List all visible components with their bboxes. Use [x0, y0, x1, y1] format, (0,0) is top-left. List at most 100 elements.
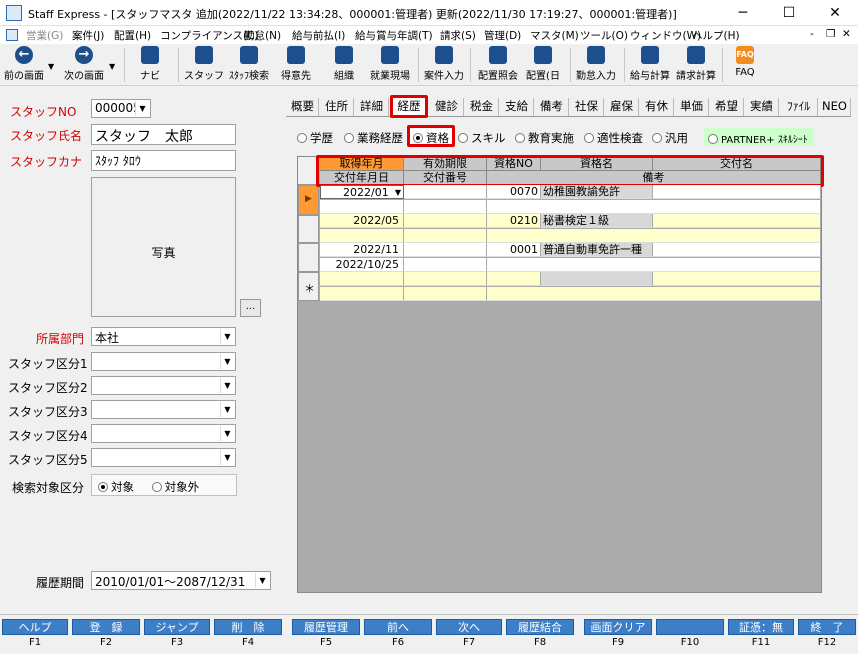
menu-admin[interactable]: 管理(D) [484, 28, 521, 43]
org-button[interactable]: 組織 [324, 46, 364, 84]
subtab-general[interactable]: 汎用 [652, 130, 688, 146]
assign-day-button[interactable]: 配置(日 [522, 46, 564, 84]
f6-prev-button[interactable]: 前へ [364, 619, 432, 635]
cell-expiry[interactable] [404, 214, 487, 228]
history-period-select[interactable]: 2010/01/01～2087/12/31 ▼ [91, 571, 271, 590]
f9-clear-button[interactable]: 画面クリア [584, 619, 652, 635]
menu-case[interactable]: 案件(J) [72, 28, 104, 43]
mdi-restore-button[interactable]: ❐ [826, 28, 835, 40]
assign-inquiry-button[interactable]: 配置照会 [476, 46, 520, 84]
cell-qual-no[interactable]: 0001 [487, 243, 541, 257]
table-row[interactable]: 2022/01 ▼ 0070 幼稚園教諭免許 [320, 185, 821, 215]
cell-qual-name[interactable]: 普通自動車免許一種 [541, 243, 653, 257]
photo-browse-button[interactable]: ... [240, 299, 261, 317]
chevron-down-icon[interactable]: ▼ [395, 186, 401, 198]
table-row[interactable]: 2022/11 0001 普通自動車免許一種 2022/10/25 [320, 243, 821, 272]
cell-qual-no[interactable]: 0070 [487, 185, 541, 199]
case-input-button[interactable]: 案件入力 [422, 46, 466, 84]
cell-remarks[interactable] [487, 229, 821, 243]
menu-sales[interactable]: 営業(G) [26, 28, 63, 43]
maximize-button[interactable]: ☐ [766, 0, 812, 26]
f7-next-button[interactable]: 次へ [436, 619, 502, 635]
tab-paid-leave[interactable]: 有休 [640, 98, 674, 116]
staff-cat4-select[interactable]: ▼ [91, 424, 236, 443]
subtab-partner-skillsheet[interactable]: PARTNER+ ｽｷﾙｼｰﾄ [704, 128, 814, 146]
cell-expiry[interactable] [404, 272, 487, 286]
f1-help-button[interactable]: ヘルプ [2, 619, 68, 635]
f4-delete-button[interactable]: 削 除 [214, 619, 282, 635]
payroll-calc-button[interactable]: 給与計算 [628, 46, 672, 84]
cell-remarks[interactable] [487, 258, 821, 272]
mdi-close-button[interactable]: ✕ [842, 28, 851, 40]
cell-qual-name[interactable]: 幼稚園教諭免許 [541, 185, 653, 199]
next-dropdown-icon[interactable]: ▼ [109, 62, 115, 71]
cell-qual-name[interactable]: 秘書検定１級 [541, 214, 653, 228]
cell-issue-date[interactable]: 2022/10/25 [320, 258, 404, 272]
cell-qual-name[interactable] [541, 272, 653, 286]
subtab-training[interactable]: 教育実施 [515, 130, 574, 146]
tab-detail[interactable]: 詳細 [355, 98, 389, 116]
cell-issue-no[interactable] [404, 200, 487, 214]
f5-history-button[interactable]: 履歴管理 [292, 619, 360, 635]
menu-attendance[interactable]: 勤怠(N) [244, 28, 281, 43]
subtab-skill[interactable]: スキル [458, 130, 506, 146]
row-header-new[interactable]: ＊ [298, 272, 319, 301]
cell-issuer[interactable] [653, 214, 821, 228]
tab-social-insurance[interactable]: 社保 [570, 98, 604, 116]
staff-search-button[interactable]: ｽﾀｯﾌ検索 [228, 46, 270, 84]
table-row-new[interactable] [320, 272, 821, 301]
tab-notes[interactable]: 備考 [535, 98, 569, 116]
staff-button[interactable]: スタッフ [184, 46, 224, 84]
tab-neo[interactable]: NEO [819, 98, 851, 116]
staff-no-select[interactable]: 000005 ▼ [91, 99, 151, 118]
search-target-on-radio[interactable]: 対象 [98, 480, 134, 494]
tab-file[interactable]: ﾌｧｲﾙ [780, 98, 818, 116]
dept-select[interactable]: 本社 ▼ [91, 327, 236, 346]
cell-issue-date[interactable] [320, 287, 404, 301]
cell-remarks[interactable] [487, 287, 821, 301]
prev-dropdown-icon[interactable]: ▼ [48, 62, 54, 71]
tab-unit-price[interactable]: 単価 [675, 98, 709, 116]
f8-merge-button[interactable]: 履歴結合 [506, 619, 574, 635]
client-button[interactable]: 得意先 [276, 46, 316, 84]
tab-preference[interactable]: 希望 [710, 98, 744, 116]
cell-acquired[interactable]: 2022/01 ▼ [320, 185, 404, 199]
tab-payment[interactable]: 支給 [500, 98, 534, 116]
menu-billing[interactable]: 請求(S) [440, 28, 476, 43]
f2-register-button[interactable]: 登 録 [72, 619, 140, 635]
cell-issuer[interactable] [653, 185, 821, 199]
attendance-input-button[interactable]: 勤怠入力 [574, 46, 618, 84]
staff-cat1-select[interactable]: ▼ [91, 352, 236, 371]
staff-name-field[interactable]: スタッフ 太郎 [91, 124, 236, 145]
staff-cat3-select[interactable]: ▼ [91, 400, 236, 419]
cell-remarks[interactable] [487, 200, 821, 214]
menu-prepay[interactable]: 給与前払(I) [292, 28, 345, 43]
row-header[interactable] [298, 215, 319, 243]
subtab-aptitude[interactable]: 適性検査 [584, 130, 643, 146]
cell-acquired[interactable]: 2022/11 [320, 243, 404, 257]
tab-address[interactable]: 住所 [320, 98, 354, 116]
cell-qual-no[interactable]: 0210 [487, 214, 541, 228]
prev-screen-button[interactable]: ← 前の画面 [2, 46, 46, 84]
subtab-education[interactable]: 学歴 [297, 130, 333, 146]
menu-tools[interactable]: ツール(O) [580, 28, 628, 43]
menu-window[interactable]: ウィンドウ(W) [630, 28, 701, 43]
f11-evidence-button[interactable]: 証憑：無 [728, 619, 794, 635]
row-header[interactable] [298, 243, 319, 272]
menu-help[interactable]: ヘルプ(H) [692, 28, 740, 43]
cell-issuer[interactable] [653, 272, 821, 286]
staff-cat5-select[interactable]: ▼ [91, 448, 236, 467]
cell-issue-no[interactable] [404, 258, 487, 272]
tab-overview[interactable]: 概要 [287, 98, 319, 116]
subtab-work-history[interactable]: 業務経歴 [344, 130, 403, 146]
next-screen-button[interactable]: → 次の画面 [60, 46, 108, 84]
cell-acquired[interactable] [320, 272, 404, 286]
billing-calc-button[interactable]: 請求計算 [674, 46, 718, 84]
menu-assign[interactable]: 配置(H) [114, 28, 151, 43]
menu-payroll[interactable]: 給与賞与年調(T) [355, 28, 433, 43]
cell-acquired[interactable]: 2022/05 [320, 214, 404, 228]
menu-master[interactable]: マスタ(M) [530, 28, 579, 43]
cell-qual-no[interactable] [487, 272, 541, 286]
cell-issue-no[interactable] [404, 287, 487, 301]
cell-issue-date[interactable] [320, 229, 404, 243]
